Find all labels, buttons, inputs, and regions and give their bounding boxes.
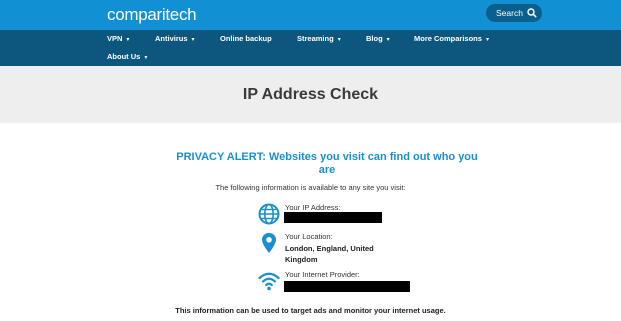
caret-down-icon: ▾ — [386, 37, 390, 43]
nav-item-label: More Comparisons — [414, 34, 482, 43]
privacy-alert: PRIVACY ALERT: Websites you visit can fi… — [176, 151, 478, 176]
caret-down-icon: ▾ — [485, 37, 489, 43]
nav-item-vpn[interactable]: VPN ▾ — [107, 34, 129, 43]
caret-down-icon: ▾ — [191, 37, 195, 43]
location-label: Your Location: — [285, 232, 333, 241]
nav-item-label: Antivirus — [155, 34, 188, 43]
nav-item-antivirus[interactable]: Antivirus ▾ — [155, 34, 195, 43]
intro-text: The following information is available t… — [215, 183, 406, 192]
internet-provider-label: Your Internet Provider: — [285, 270, 360, 279]
ip-address-label: Your IP Address: — [285, 203, 341, 212]
nav-item-about-us[interactable]: About Us ▾ — [107, 52, 147, 61]
nav-item-label: About Us — [107, 52, 141, 61]
location-pin-icon — [262, 233, 276, 253]
nav-item-blog[interactable]: Blog ▾ — [366, 34, 390, 43]
nav-item-label: VPN — [107, 34, 123, 43]
search-icon — [527, 8, 537, 18]
footer-note: This information can be used to target a… — [175, 306, 446, 315]
globe-icon — [258, 203, 280, 225]
caret-down-icon: ▾ — [144, 55, 148, 61]
search-button-label: Search — [496, 8, 523, 18]
caret-down-icon: ▾ — [126, 37, 130, 43]
location-value: London, England, United Kingdom — [285, 244, 374, 264]
nav-item-label: Streaming — [297, 34, 334, 43]
comparitech-logo[interactable]: comparitech — [107, 5, 197, 25]
nav-item-more-comparisons[interactable]: More Comparisons ▾ — [414, 34, 489, 43]
page-title: IP Address Check — [242, 86, 379, 103]
nav-item-online-backup[interactable]: Online backup — [220, 34, 272, 43]
search-button[interactable]: Search — [486, 4, 542, 22]
internet-provider-redacted — [284, 281, 410, 292]
top-bar: comparitech Search — [0, 0, 621, 30]
wifi-icon — [258, 272, 280, 291]
ip-address-redacted — [284, 212, 382, 223]
nav-item-label: Online backup — [220, 34, 272, 43]
main-nav: VPN ▾ Antivirus ▾ Online backup Streaming ▾… — [0, 30, 621, 66]
caret-down-icon: ▾ — [337, 37, 341, 43]
nav-item-label: Blog — [366, 34, 383, 43]
nav-item-streaming[interactable]: Streaming ▾ — [297, 34, 341, 43]
